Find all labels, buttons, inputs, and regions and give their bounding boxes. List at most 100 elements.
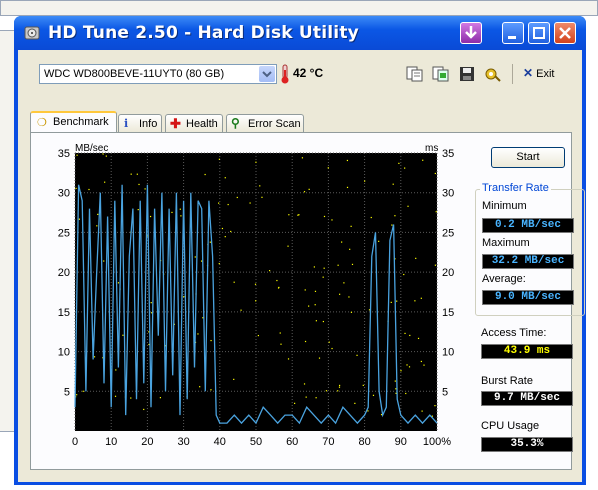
access-time-point — [308, 188, 310, 190]
y-tick-label-left: 15 — [58, 307, 70, 319]
access-time-point — [341, 241, 343, 243]
x-tick-label: 100% — [423, 436, 451, 448]
download-button[interactable] — [460, 22, 482, 44]
access-time-point — [130, 397, 132, 399]
access-time-point — [204, 173, 206, 176]
y-tick-label-right: 5 — [442, 386, 448, 398]
access-time-point — [268, 270, 271, 272]
y-axis-label-right: ms — [425, 143, 438, 154]
close-icon — [559, 27, 571, 39]
tab-info[interactable]: i Info — [118, 114, 162, 132]
access-time-point — [280, 343, 282, 345]
access-time-point — [331, 347, 333, 350]
access-time-point — [356, 354, 358, 356]
x-tick-label: 50 — [250, 436, 262, 448]
access-time-point — [254, 283, 257, 285]
access-time-point — [114, 395, 117, 397]
access-time-point — [255, 300, 257, 302]
access-time-point — [200, 260, 203, 262]
access-time-point — [350, 311, 353, 313]
access-time-point — [394, 215, 396, 217]
access-time-point — [179, 208, 181, 210]
access-time-point — [171, 211, 173, 214]
start-button-label: Start — [516, 151, 540, 163]
drive-select[interactable]: WDC WD800BEVE-11UYT0 (80 GB) — [39, 64, 277, 84]
cpu-usage-value: 35.3% — [481, 437, 573, 452]
access-time-point — [315, 397, 317, 399]
access-time-point — [143, 408, 145, 411]
access-time-point — [93, 356, 96, 358]
access-time-point — [323, 215, 326, 218]
exit-button[interactable]: ✕ Exit — [523, 66, 554, 80]
x-tick-label: 0 — [72, 436, 78, 448]
access-time-point — [322, 276, 324, 278]
access-time-point — [144, 188, 146, 190]
access-time-point — [400, 370, 402, 372]
y-axis-label-left: MB/sec — [75, 143, 108, 154]
chevron-down-icon[interactable] — [259, 66, 275, 82]
access-time-point — [115, 369, 117, 371]
access-time-point — [348, 296, 350, 298]
access-time-point — [301, 157, 304, 159]
transfer-rate-chart: 0 10 20 30 40 50 60 70 80 90 100% 5 5 10 10 15 15 20 20 25 2… — [58, 143, 455, 448]
access-time-point — [130, 173, 132, 175]
x-tick-label: 70 — [322, 436, 334, 448]
access-time-point — [150, 302, 152, 304]
access-time-point — [218, 202, 220, 204]
x-tick-label: 90 — [395, 436, 407, 448]
access-time-point — [159, 397, 161, 399]
access-time-point — [396, 300, 398, 302]
access-time-point — [221, 227, 224, 230]
copy-screenshot-icon[interactable] — [432, 66, 450, 82]
access-time-point — [88, 188, 90, 191]
access-time-point — [183, 296, 185, 298]
access-time-point — [350, 225, 352, 227]
access-time-point — [414, 300, 416, 302]
access-time-point — [435, 211, 437, 213]
access-time-point — [337, 264, 339, 266]
access-time-point — [303, 191, 306, 193]
copy-text-icon[interactable] — [406, 66, 424, 82]
access-time-point — [398, 162, 400, 164]
cpu-usage-label: CPU Usage — [481, 420, 540, 432]
access-time-point — [75, 187, 77, 190]
access-time-point — [136, 173, 138, 175]
access-time-point — [338, 386, 341, 388]
access-time-point — [103, 260, 105, 262]
maximize-button[interactable] — [528, 22, 550, 44]
access-time-point — [314, 290, 317, 292]
access-time-point — [434, 405, 436, 407]
window-title: HD Tune 2.50 - Hard Disk Utility — [48, 23, 359, 43]
access-time-point — [308, 305, 310, 307]
access-time-point — [78, 218, 80, 220]
tab-health[interactable]: ✚ Health — [165, 114, 223, 132]
access-time-point — [405, 392, 407, 395]
access-time-point — [304, 289, 306, 291]
access-time-point — [236, 196, 238, 199]
access-time-point — [218, 262, 220, 265]
access-time-point — [104, 181, 106, 183]
access-time-point — [420, 360, 422, 363]
toolbar-separator — [512, 64, 513, 84]
access-time-point — [224, 177, 226, 179]
transfer-rate-group: Transfer Rate Minimum 0.2 MB/sec Maximum… — [475, 182, 585, 316]
access-time-point — [391, 224, 393, 226]
tab-benchmark[interactable]: ❍ Benchmark — [30, 111, 117, 133]
y-tick-label-left: 20 — [58, 267, 70, 279]
burst-rate-value: 9.7 MB/sec — [481, 391, 573, 406]
options-icon[interactable] — [484, 66, 502, 82]
minimize-button[interactable] — [502, 22, 524, 44]
tab-error-scan[interactable]: ⚲ Error Scan — [226, 114, 304, 132]
access-time-point — [255, 161, 257, 163]
start-button[interactable]: Start — [491, 147, 565, 168]
save-icon[interactable] — [458, 66, 476, 82]
access-time-point — [378, 240, 380, 242]
access-time-point — [409, 334, 411, 337]
access-time-point — [318, 357, 321, 359]
access-time-label: Access Time: — [481, 327, 547, 339]
average-label: Average: — [482, 273, 526, 285]
title-bar[interactable]: HD Tune 2.50 - Hard Disk Utility — [14, 16, 586, 50]
access-time-point — [194, 256, 196, 258]
access-time-point — [339, 293, 341, 295]
close-button[interactable] — [554, 22, 576, 44]
